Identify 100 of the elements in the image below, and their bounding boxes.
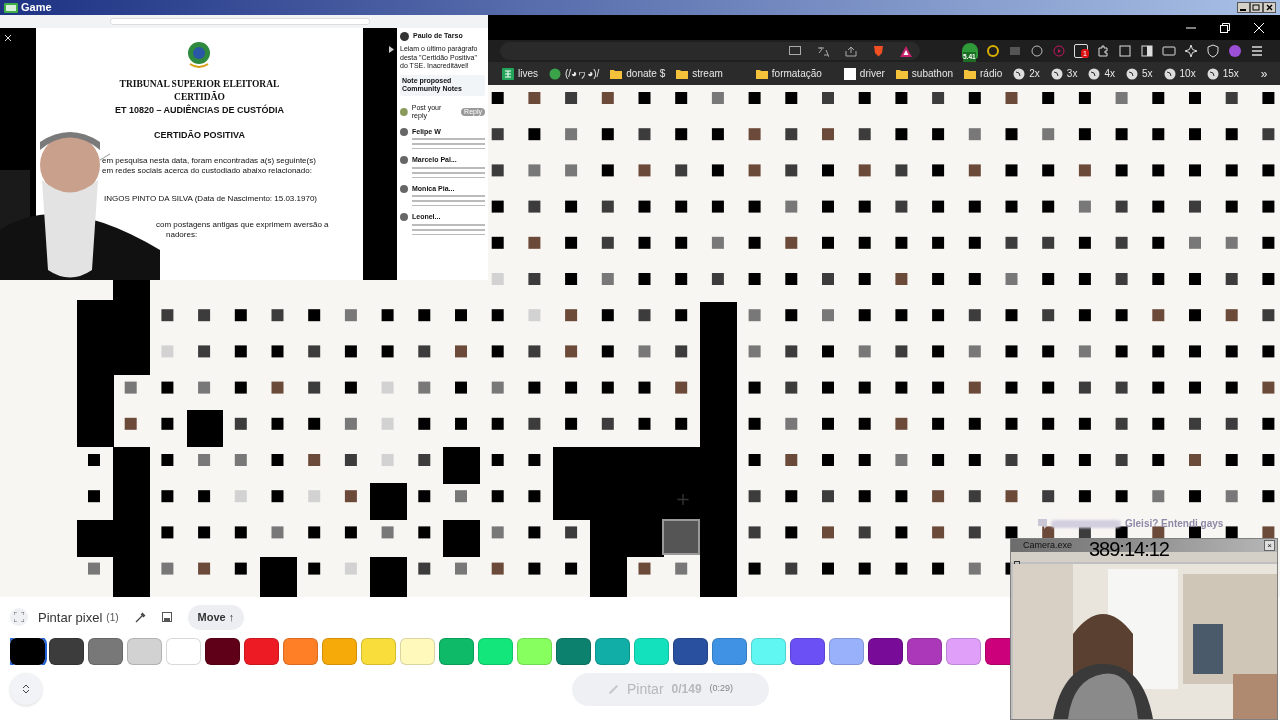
bookmark-label: donate $ (626, 67, 666, 81)
bookmark[interactable]: 5x (1125, 66, 1153, 81)
triangle-icon[interactable] (900, 45, 912, 57)
globe-icon (1125, 67, 1138, 80)
bookmark[interactable]: rádio (964, 66, 1003, 81)
document-text: nadores: (165, 230, 199, 240)
color-swatch[interactable] (400, 637, 435, 665)
color-swatch[interactable] (478, 637, 513, 665)
document-text: com postagens antigas que exprimem aversão a (155, 220, 330, 230)
color-swatch[interactable] (790, 637, 825, 665)
color-swatch[interactable] (439, 637, 474, 665)
share-icon[interactable] (845, 45, 857, 57)
color-swatch[interactable] (322, 637, 357, 665)
color-swatch[interactable] (673, 637, 708, 665)
bookmark[interactable]: 15x (1206, 66, 1239, 81)
stream-timer: 389:14:12 (1089, 538, 1169, 560)
eyedropper-icon[interactable] (134, 611, 146, 623)
scroll-toggle-button[interactable] (10, 673, 42, 705)
bookmark[interactable]: lives (502, 66, 538, 81)
color-swatch[interactable] (88, 637, 123, 665)
chat-message: Gleisi? Entendi gays (1125, 517, 1224, 531)
color-swatch[interactable] (127, 637, 162, 665)
bookmark-label: rádio (980, 67, 1003, 81)
minimize-icon[interactable] (1237, 2, 1250, 13)
chat-bubble-icon (1038, 518, 1047, 529)
bookmark-label: stream (692, 67, 723, 81)
more-bookmarks-button[interactable]: » (1260, 64, 1280, 83)
expand-icon (14, 612, 24, 623)
color-swatch[interactable] (10, 637, 45, 665)
bookmark[interactable]: formatação (755, 66, 822, 81)
save-icon[interactable] (161, 612, 172, 623)
bookmark-label: 5x (1141, 67, 1153, 81)
color-swatch[interactable] (283, 637, 318, 665)
puzzle-icon[interactable] (1096, 44, 1110, 58)
bookmark-label: 4x (1104, 67, 1115, 81)
color-swatch[interactable] (907, 637, 942, 665)
avatar-icon[interactable] (1228, 44, 1242, 58)
folder-icon (755, 67, 768, 80)
wallet-icon[interactable] (1162, 44, 1176, 58)
coat-of-arms-icon (186, 40, 212, 70)
screen-icon[interactable] (789, 46, 801, 56)
bookmark[interactable]: 2x (1013, 66, 1040, 81)
folder-icon (610, 67, 623, 80)
translate-icon[interactable] (817, 45, 829, 57)
avatar-icon (400, 156, 408, 164)
restore-icon[interactable] (1220, 22, 1230, 33)
menu-icon[interactable] (1250, 44, 1264, 58)
color-swatch[interactable] (205, 637, 240, 665)
lion-shield-icon[interactable] (873, 45, 884, 57)
blurred-username (1051, 519, 1121, 528)
bookmark[interactable]: 4x (1088, 66, 1115, 81)
sidebar-icon[interactable] (1140, 44, 1154, 58)
color-swatch[interactable] (166, 637, 201, 665)
bookmark[interactable]: (/◕ヮ◕)/ (549, 66, 600, 81)
url-field[interactable] (110, 18, 370, 25)
pixel-selection (662, 519, 700, 555)
bookmark-label: lives (518, 67, 538, 81)
color-swatch[interactable] (946, 637, 981, 665)
document-text: CERTIDÃO POSITIVA (153, 129, 246, 142)
color-swatch[interactable] (712, 637, 747, 665)
shield-icon[interactable] (1206, 44, 1220, 58)
next-arrow-icon[interactable] (389, 46, 394, 53)
bookmark[interactable]: 10x (1163, 66, 1196, 81)
pixel-art-drawing[interactable] (491, 92, 1275, 597)
color-swatch[interactable] (868, 637, 903, 665)
move-button[interactable]: Move ↑ (187, 605, 245, 630)
bookmark-label: driver (859, 67, 885, 81)
avatar-icon (400, 184, 408, 193)
color-swatch[interactable] (49, 637, 84, 665)
window-icon[interactable] (1118, 44, 1132, 58)
color-swatch[interactable] (751, 637, 786, 665)
app-icon (549, 67, 561, 80)
color-swatch[interactable] (829, 637, 864, 665)
color-swatch[interactable] (595, 637, 630, 665)
bookmark-label: (/◕ヮ◕)/ (565, 67, 600, 81)
bookmark[interactable]: donate $ (610, 66, 666, 81)
globe-icon (1088, 67, 1101, 80)
color-swatch[interactable] (244, 637, 279, 665)
pixel-art-drawing[interactable] (77, 280, 480, 597)
close-icon[interactable] (1263, 2, 1276, 13)
bookmark[interactable]: 3x (1050, 66, 1078, 81)
restore-icon[interactable] (1250, 2, 1263, 13)
bookmark-label: 3x (1066, 67, 1078, 81)
bookmark-label: formatação (771, 67, 822, 81)
bookmark[interactable]: driver (843, 66, 885, 81)
cooldown-timer: (0:29) (709, 682, 734, 696)
coin-icon[interactable] (986, 44, 1000, 58)
color-swatch[interactable] (517, 637, 552, 665)
panel-title: Pintar pixel (38, 608, 103, 627)
bookmark[interactable]: stream (676, 66, 723, 81)
avatar-icon (400, 127, 408, 136)
letter-circle-icon[interactable] (1030, 44, 1044, 58)
bookmark[interactable]: subathon (895, 66, 953, 81)
color-swatch[interactable] (634, 637, 669, 665)
color-swatch[interactable] (556, 637, 591, 665)
color-swatch[interactable] (361, 637, 396, 665)
blank-icon (843, 67, 856, 80)
camera-close-button[interactable]: × (1264, 540, 1275, 551)
color-swatch[interactable] (985, 637, 1010, 665)
sparkle-icon[interactable] (1184, 44, 1198, 58)
